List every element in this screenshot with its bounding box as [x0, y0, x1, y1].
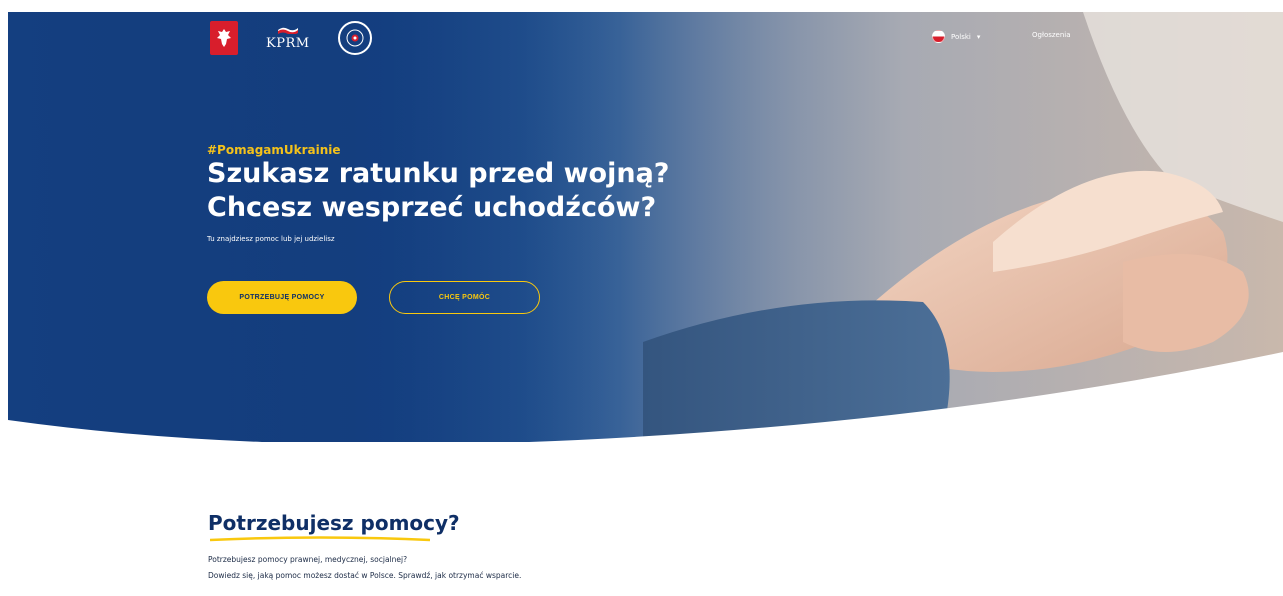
section-title: Potrzebujesz pomocy?: [208, 511, 460, 535]
hero-title: Szukasz ratunku przed wojną? Chcesz wesp…: [207, 157, 807, 225]
polish-eagle-icon[interactable]: [210, 21, 238, 55]
poland-flag-icon: [932, 30, 945, 43]
want-to-help-button[interactable]: CHCĘ POMÓC: [389, 281, 540, 314]
kprm-flag-icon: [277, 27, 298, 34]
hero-bottom-curve: [8, 352, 1283, 442]
chevron-down-icon: ▾: [976, 32, 981, 41]
section-description-line2: Dowiedz się, jaką pomoc możesz dostać w …: [208, 571, 522, 580]
section-title-underline: [210, 536, 430, 542]
section-description-line1: Potrzebujesz pomocy prawnej, medycznej, …: [208, 555, 408, 564]
need-help-button[interactable]: POTRZEBUJĘ POMOCY: [207, 281, 357, 314]
government-seal-icon[interactable]: [337, 21, 372, 55]
hero-hashtag: #PomagamUkrainie: [207, 143, 341, 157]
language-label: Polski: [951, 32, 971, 41]
kprm-logo[interactable]: KPRM: [266, 26, 310, 51]
hero-banner: [8, 12, 1283, 442]
hero-title-line2: Chcesz wesprzeć uchodźców?: [207, 192, 657, 223]
announcements-link[interactable]: Ogłoszenia: [1032, 31, 1071, 39]
header-logos: KPRM: [210, 18, 372, 58]
language-selector[interactable]: Polski ▾: [932, 30, 980, 43]
hero-subtitle: Tu znajdziesz pomoc lub jej udzielisz: [207, 235, 335, 243]
hero-title-line1: Szukasz ratunku przed wojną?: [207, 158, 670, 189]
kprm-label: KPRM: [266, 35, 310, 51]
